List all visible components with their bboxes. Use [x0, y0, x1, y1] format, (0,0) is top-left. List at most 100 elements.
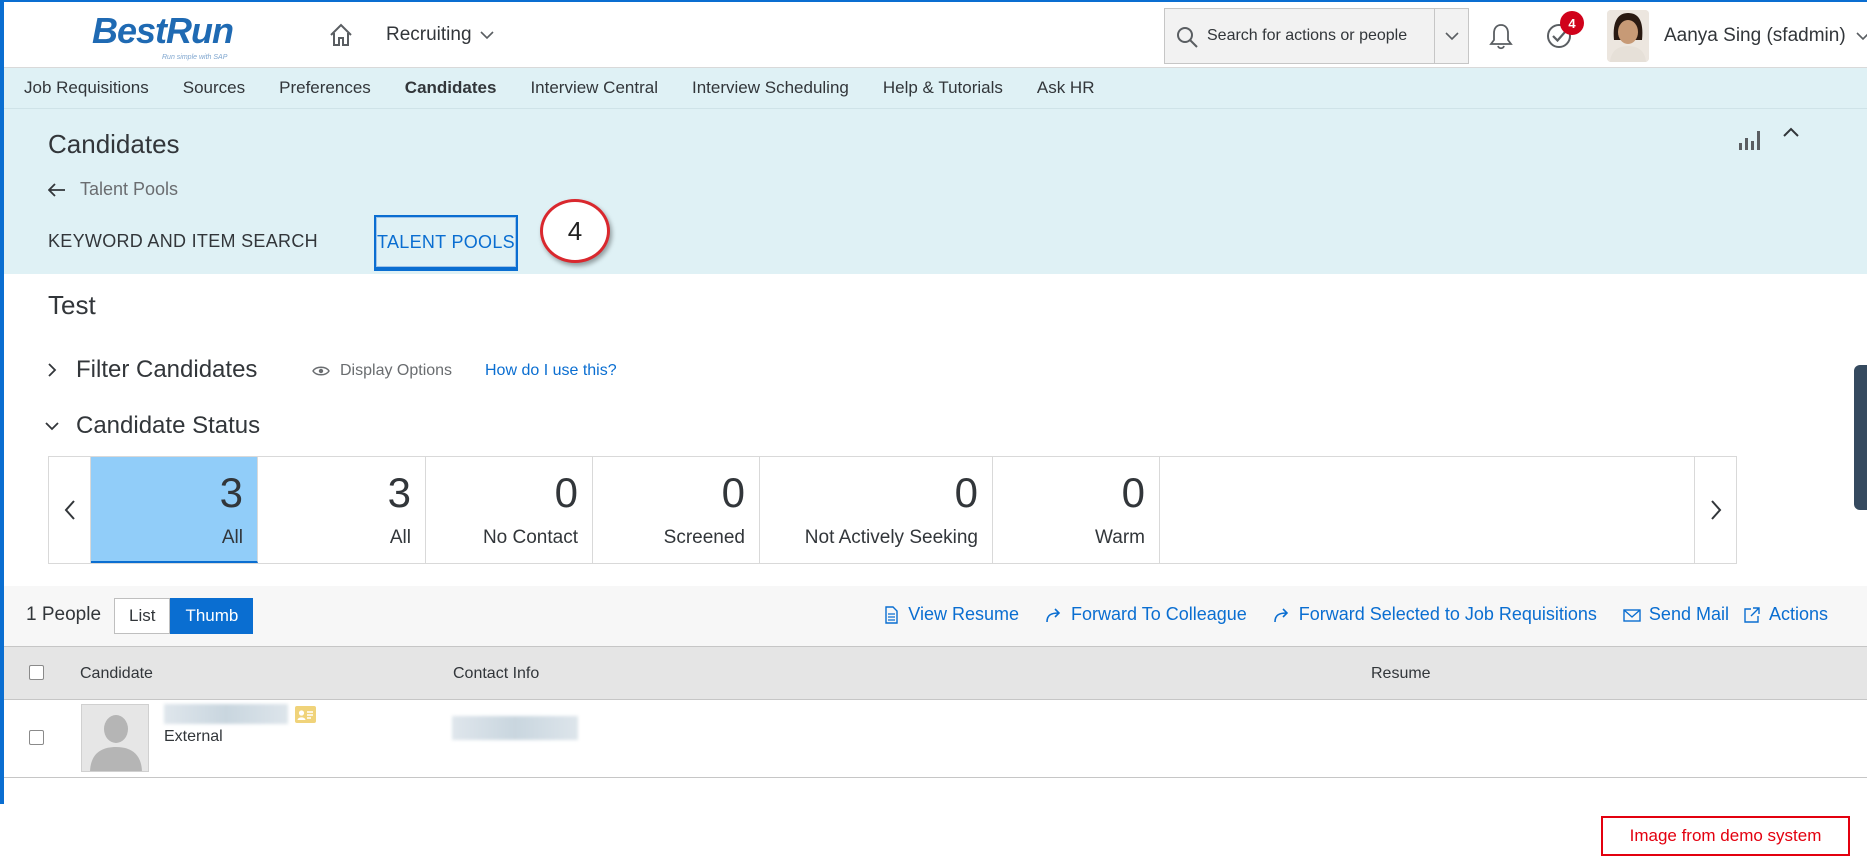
forward-to-colleague-button[interactable]: Forward To Colleague [1045, 604, 1247, 625]
tile-label: Not Actively Seeking [804, 527, 978, 548]
chevron-down-icon [479, 31, 494, 40]
select-all-checkbox[interactable] [29, 665, 44, 680]
module-menu[interactable]: Recruiting [386, 24, 494, 46]
column-contact-info[interactable]: Contact Info [453, 665, 539, 683]
nav-item-candidates[interactable]: Candidates [405, 78, 497, 98]
nav-item-interview-central[interactable]: Interview Central [530, 78, 658, 98]
forward-to-requisitions-button[interactable]: Forward Selected to Job Requisitions [1273, 604, 1597, 625]
tile-count: 0 [954, 469, 978, 516]
candidate-table-header: Candidate Contact Info Resume [4, 646, 1867, 700]
column-resume[interactable]: Resume [1371, 665, 1431, 683]
status-tile-all-selected[interactable]: 3 All [91, 457, 258, 563]
contact-card-icon [295, 706, 316, 723]
avatar-photo-icon [1607, 10, 1649, 62]
display-options-label: Display Options [340, 362, 453, 379]
search-dropdown-button[interactable] [1434, 9, 1468, 63]
candidate-status-toggle[interactable]: Candidate Status [44, 412, 260, 440]
list-view-button[interactable]: List [114, 598, 171, 634]
tiles-prev-button[interactable] [49, 457, 91, 563]
bar-chart-icon[interactable] [1737, 126, 1763, 152]
tile-label: All [389, 527, 411, 548]
chevron-up-icon[interactable] [1780, 121, 1802, 143]
column-candidate[interactable]: Candidate [80, 665, 153, 683]
chevron-right-icon [1710, 500, 1721, 520]
how-to-use-link[interactable]: How do I use this? [485, 362, 617, 380]
table-row[interactable]: External [4, 700, 1867, 778]
forward-arrow-icon [1046, 607, 1061, 622]
tile-count: 3 [219, 469, 243, 516]
send-mail-label: Send Mail [1648, 604, 1729, 624]
candidate-type: External [164, 728, 223, 745]
status-tile-screened[interactable]: 0 Screened [593, 457, 760, 563]
tile-count: 3 [387, 469, 411, 516]
document-icon [885, 605, 898, 624]
tile-count: 0 [554, 469, 578, 516]
demo-watermark: Image from demo system [1601, 816, 1850, 856]
recruiting-nav: Job Requisitions Sources Preferences Can… [4, 68, 1867, 109]
tile-count: 0 [1121, 469, 1145, 516]
page-title: Candidates [48, 129, 180, 159]
nav-item-ask-hr[interactable]: Ask HR [1037, 78, 1095, 98]
row-checkbox[interactable] [29, 730, 44, 745]
step-marker: 4 [540, 199, 610, 263]
forward-arrow-icon [1273, 607, 1288, 622]
side-panel-tab[interactable] [1854, 365, 1867, 510]
chevron-right-icon [48, 363, 57, 377]
bell-icon[interactable] [1488, 22, 1514, 50]
chevron-left-icon [64, 500, 75, 520]
person-placeholder-icon [82, 705, 148, 771]
filter-candidates-label: Filter Candidates [76, 356, 258, 383]
forward-to-requisitions-label: Forward Selected to Job Requisitions [1298, 604, 1597, 624]
candidate-photo[interactable] [81, 704, 149, 772]
view-resume-button[interactable]: View Resume [882, 604, 1019, 625]
chevron-down-icon [1856, 32, 1867, 41]
nav-item-interview-scheduling[interactable]: Interview Scheduling [692, 78, 849, 98]
bestrun-logo[interactable]: BestRun Run simple with SAP [92, 10, 234, 62]
thumb-view-button[interactable]: Thumb [170, 598, 254, 634]
search-icon [1177, 27, 1198, 48]
user-menu[interactable]: Aanya Sing (sfadmin) [1664, 25, 1867, 47]
arrow-left-icon [48, 182, 65, 197]
back-to-talent-pools[interactable]: Talent Pools [48, 179, 178, 200]
actions-menu-button[interactable]: Actions [1743, 604, 1828, 625]
tile-label: No Contact [482, 527, 578, 548]
logo-tagline: Run simple with SAP [162, 54, 228, 61]
display-options-button[interactable]: Display Options [312, 362, 452, 380]
nav-item-sources[interactable]: Sources [183, 78, 245, 98]
search-input[interactable] [1207, 9, 1427, 63]
status-tile-no-contact[interactable]: 0 No Contact [426, 457, 593, 563]
view-resume-label: View Resume [908, 604, 1019, 624]
nav-item-preferences[interactable]: Preferences [279, 78, 371, 98]
tab-keyword-search[interactable]: KEYWORD AND ITEM SEARCH [48, 231, 318, 252]
tile-count: 0 [721, 469, 745, 516]
user-avatar[interactable] [1607, 10, 1649, 62]
module-menu-label: Recruiting [386, 24, 472, 45]
toolbar-actions: View Resume Forward To Colleague Forward… [856, 604, 1828, 625]
tiles-next-button[interactable] [1694, 457, 1736, 563]
send-mail-button[interactable]: Send Mail [1623, 604, 1729, 625]
nav-item-job-requisitions[interactable]: Job Requisitions [24, 78, 149, 98]
people-count: 1 People [26, 604, 102, 625]
results-toolbar: 1 People List Thumb View Resume Forward … [4, 586, 1867, 646]
global-search [1164, 8, 1469, 64]
talent-pool-name: Test [48, 290, 96, 320]
candidate-name-redacted[interactable] [164, 704, 288, 724]
contact-info-redacted [452, 716, 578, 740]
todo-badge: 4 [1560, 11, 1584, 35]
tile-label: All [221, 527, 243, 548]
eye-icon [312, 366, 330, 376]
status-tile-all[interactable]: 3 All [258, 457, 426, 563]
user-name-label: Aanya Sing (sfadmin) [1664, 25, 1846, 46]
tab-talent-pools[interactable]: TALENT POOLS [374, 215, 518, 271]
tile-label: Screened [663, 527, 745, 548]
shell-header: BestRun Run simple with SAP Recruiting 4 [4, 2, 1867, 68]
nav-item-help-tutorials[interactable]: Help & Tutorials [883, 78, 1003, 98]
chevron-down-icon [45, 422, 59, 431]
chevron-down-icon [1444, 32, 1459, 41]
candidate-status-label: Candidate Status [76, 412, 261, 439]
status-tile-warm[interactable]: 0 Warm [993, 457, 1160, 563]
envelope-icon [1623, 608, 1641, 622]
filter-candidates-toggle[interactable]: Filter Candidates [44, 356, 257, 384]
home-icon[interactable] [328, 22, 354, 48]
status-tile-not-actively-seeking[interactable]: 0 Not Actively Seeking [760, 457, 993, 563]
